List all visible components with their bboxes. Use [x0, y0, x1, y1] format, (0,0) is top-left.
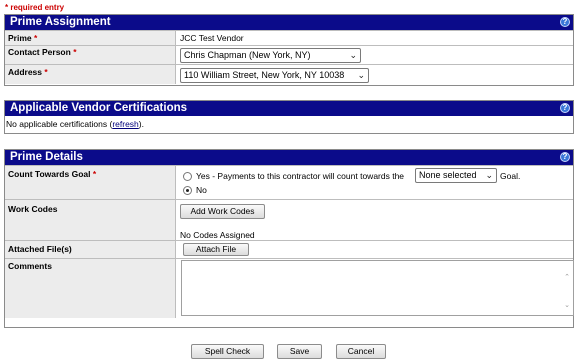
- goal-no-radio[interactable]: [183, 186, 192, 195]
- prime-row: Prime * JCC Test Vendor: [5, 30, 573, 45]
- comments-textarea[interactable]: ⌃ ⌄: [181, 260, 574, 316]
- refresh-link[interactable]: refresh: [112, 119, 138, 129]
- goal-select[interactable]: None selected ⌄: [415, 168, 497, 183]
- required-entry-note: * required entry: [5, 3, 65, 12]
- no-codes-assigned: No Codes Assigned: [180, 230, 255, 240]
- address-label: Address *: [5, 65, 176, 84]
- contact-person-label: Contact Person *: [5, 46, 176, 64]
- comments-label: Comments: [5, 259, 176, 318]
- comments-cell: ⌃ ⌄: [180, 259, 574, 318]
- add-work-codes-button[interactable]: Add Work Codes: [180, 204, 265, 219]
- count-towards-goal-cell: Yes - Payments to this contractor will c…: [180, 166, 573, 199]
- goal-suffix: Goal.: [500, 171, 521, 181]
- chevron-down-icon: ⌄: [485, 170, 493, 180]
- certifications-message: No applicable certifications (: [6, 119, 113, 129]
- prime-assignment-panel: Prime Assignment ? Prime * JCC Test Vend…: [4, 14, 574, 86]
- count-towards-goal-row: Count Towards Goal * Yes - Payments to t…: [5, 165, 573, 199]
- address-selected: 110 William Street, New York, NY 10038: [184, 70, 345, 80]
- scroll-up-icon[interactable]: ⌃: [562, 273, 572, 283]
- chevron-down-icon: ⌄: [355, 69, 365, 82]
- certifications-panel: Applicable Vendor Certifications ? No ap…: [4, 100, 574, 134]
- scroll-down-icon[interactable]: ⌄: [562, 301, 572, 311]
- certifications-message-end: ).: [138, 119, 144, 129]
- goal-yes-radio[interactable]: [183, 172, 192, 181]
- certifications-title: Applicable Vendor Certifications: [10, 102, 188, 114]
- contact-person-selected: Chris Chapman (New York, NY): [184, 50, 311, 60]
- spell-check-button[interactable]: Spell Check: [191, 344, 264, 359]
- work-codes-cell: Add Work Codes No Codes Assigned: [180, 200, 573, 240]
- attached-files-label: Attached File(s): [5, 241, 176, 258]
- prime-value: JCC Test Vendor: [180, 33, 244, 43]
- work-codes-label: Work Codes: [5, 200, 176, 240]
- attach-file-button[interactable]: Attach File: [183, 243, 249, 256]
- contact-person-cell: Chris Chapman (New York, NY) ⌄: [180, 46, 573, 64]
- certifications-text: No applicable certifications (refresh).: [5, 116, 573, 129]
- prime-assignment-header: Prime Assignment ?: [5, 15, 573, 30]
- contact-person-row: Contact Person * Chris Chapman (New York…: [5, 45, 573, 64]
- address-cell: 110 William Street, New York, NY 10038 ⌄: [180, 65, 573, 84]
- required-star: *: [34, 33, 38, 43]
- required-star: *: [44, 67, 48, 77]
- required-star: *: [73, 47, 77, 57]
- goal-no-label: No: [196, 185, 207, 195]
- help-icon[interactable]: ?: [560, 17, 570, 27]
- save-button[interactable]: Save: [277, 344, 322, 359]
- cancel-button[interactable]: Cancel: [336, 344, 386, 359]
- prime-details-panel: Prime Details ? Count Towards Goal * Yes…: [4, 149, 574, 328]
- count-towards-goal-label: Count Towards Goal *: [5, 166, 176, 199]
- attached-files-cell: Attach File: [180, 241, 573, 258]
- work-codes-row: Work Codes Add Work Codes No Codes Assig…: [5, 199, 573, 240]
- comments-row: Comments ⌃ ⌄: [5, 258, 574, 318]
- address-row: Address * 110 William Street, New York, …: [5, 64, 573, 84]
- help-icon[interactable]: ?: [560, 152, 570, 162]
- chevron-down-icon: ⌄: [349, 50, 357, 60]
- prime-label: Prime *: [5, 31, 176, 45]
- goal-selected: None selected: [419, 170, 477, 180]
- contact-person-select[interactable]: Chris Chapman (New York, NY) ⌄: [180, 48, 361, 63]
- required-star: *: [92, 169, 97, 179]
- prime-details-title: Prime Details: [10, 151, 83, 163]
- address-select[interactable]: 110 William Street, New York, NY 10038 ⌄: [180, 68, 369, 83]
- prime-details-header: Prime Details ?: [5, 150, 573, 165]
- prime-assignment-title: Prime Assignment: [10, 16, 111, 28]
- certifications-header: Applicable Vendor Certifications ?: [5, 101, 573, 116]
- attached-files-row: Attached File(s) Attach File: [5, 240, 573, 258]
- goal-yes-label: Yes - Payments to this contractor will c…: [196, 171, 405, 181]
- help-icon[interactable]: ?: [560, 103, 570, 113]
